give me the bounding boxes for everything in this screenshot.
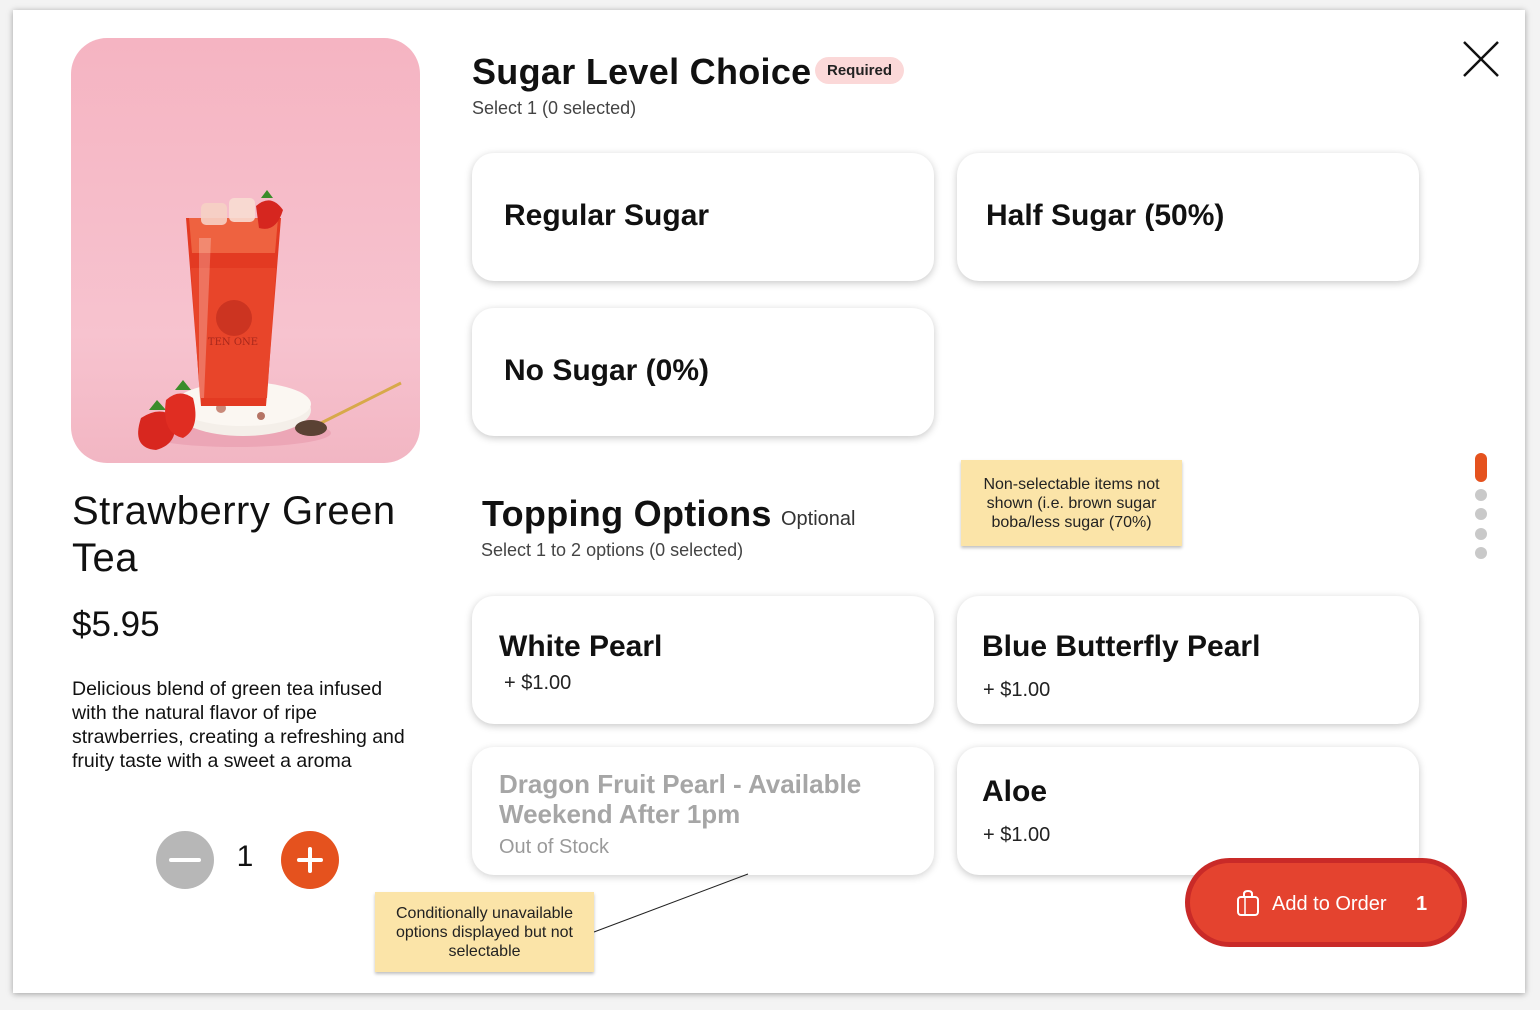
sugar-option-regular[interactable]: Regular Sugar bbox=[472, 153, 934, 281]
sugar-section-title: Sugar Level Choice bbox=[472, 51, 812, 92]
option-price: + $1.00 bbox=[983, 679, 1051, 701]
scroll-indicator-dot[interactable] bbox=[1475, 489, 1487, 501]
option-price: + $1.00 bbox=[983, 824, 1051, 846]
topping-option-aloe[interactable]: Aloe + $1.00 bbox=[957, 747, 1419, 875]
option-label: Half Sugar (50%) bbox=[986, 199, 1225, 232]
add-to-order-button[interactable]: Add to Order 1 bbox=[1185, 858, 1467, 947]
scroll-indicator-active[interactable] bbox=[1475, 453, 1487, 482]
option-label: Aloe bbox=[982, 775, 1048, 808]
product-description: Delicious blend of green tea infused wit… bbox=[72, 678, 405, 772]
topping-option-white-pearl[interactable]: White Pearl + $1.00 bbox=[472, 596, 934, 724]
annotation-note-non-selectable: Non-selectable items not shown (i.e. bro… bbox=[961, 460, 1182, 546]
optional-label: Optional bbox=[781, 508, 856, 530]
close-button[interactable] bbox=[1460, 38, 1502, 80]
product-name: Strawberry Green Tea bbox=[72, 489, 396, 580]
sugar-option-half[interactable]: Half Sugar (50%) bbox=[957, 153, 1419, 281]
increase-quantity-button[interactable] bbox=[281, 831, 339, 889]
quantity-value: 1 bbox=[236, 840, 254, 873]
option-label: Dragon Fruit Pearl - Available Weekend A… bbox=[499, 769, 862, 829]
product-price: $5.95 bbox=[72, 605, 160, 644]
topping-option-blue-butterfly-pearl[interactable]: Blue Butterfly Pearl + $1.00 bbox=[957, 596, 1419, 724]
option-price: + $1.00 bbox=[504, 672, 572, 694]
close-icon bbox=[1463, 41, 1499, 77]
annotation-connector-line bbox=[593, 873, 749, 933]
option-label: White Pearl bbox=[499, 630, 663, 663]
sugar-section-subtitle: Select 1 (0 selected) bbox=[472, 98, 637, 118]
add-to-order-label: Add to Order bbox=[1272, 893, 1387, 915]
cup-logo-text: TEN ONE bbox=[208, 337, 258, 348]
option-label: No Sugar (0%) bbox=[504, 354, 710, 387]
topping-section-title: Topping Options bbox=[482, 493, 772, 534]
topping-option-dragon-fruit-pearl: Dragon Fruit Pearl - Available Weekend A… bbox=[472, 747, 934, 875]
topping-section-subtitle: Select 1 to 2 options (0 selected) bbox=[481, 540, 744, 560]
annotation-note-conditional: Conditionally unavailable options displa… bbox=[375, 892, 594, 972]
add-to-order-count: 1 bbox=[1416, 893, 1428, 915]
option-label: Regular Sugar bbox=[504, 199, 710, 232]
shopping-bag-icon bbox=[1237, 889, 1259, 916]
option-status: Out of Stock bbox=[499, 836, 610, 858]
required-badge: Required bbox=[815, 57, 905, 84]
sugar-option-none[interactable]: No Sugar (0%) bbox=[472, 308, 934, 436]
scroll-indicator-dot[interactable] bbox=[1475, 547, 1487, 559]
scroll-indicator-dot[interactable] bbox=[1475, 528, 1487, 540]
scroll-indicator-dot[interactable] bbox=[1475, 508, 1487, 520]
product-image: TEN ONE bbox=[71, 38, 420, 463]
decrease-quantity-button[interactable] bbox=[156, 831, 214, 889]
option-label: Blue Butterfly Pearl bbox=[982, 630, 1261, 663]
